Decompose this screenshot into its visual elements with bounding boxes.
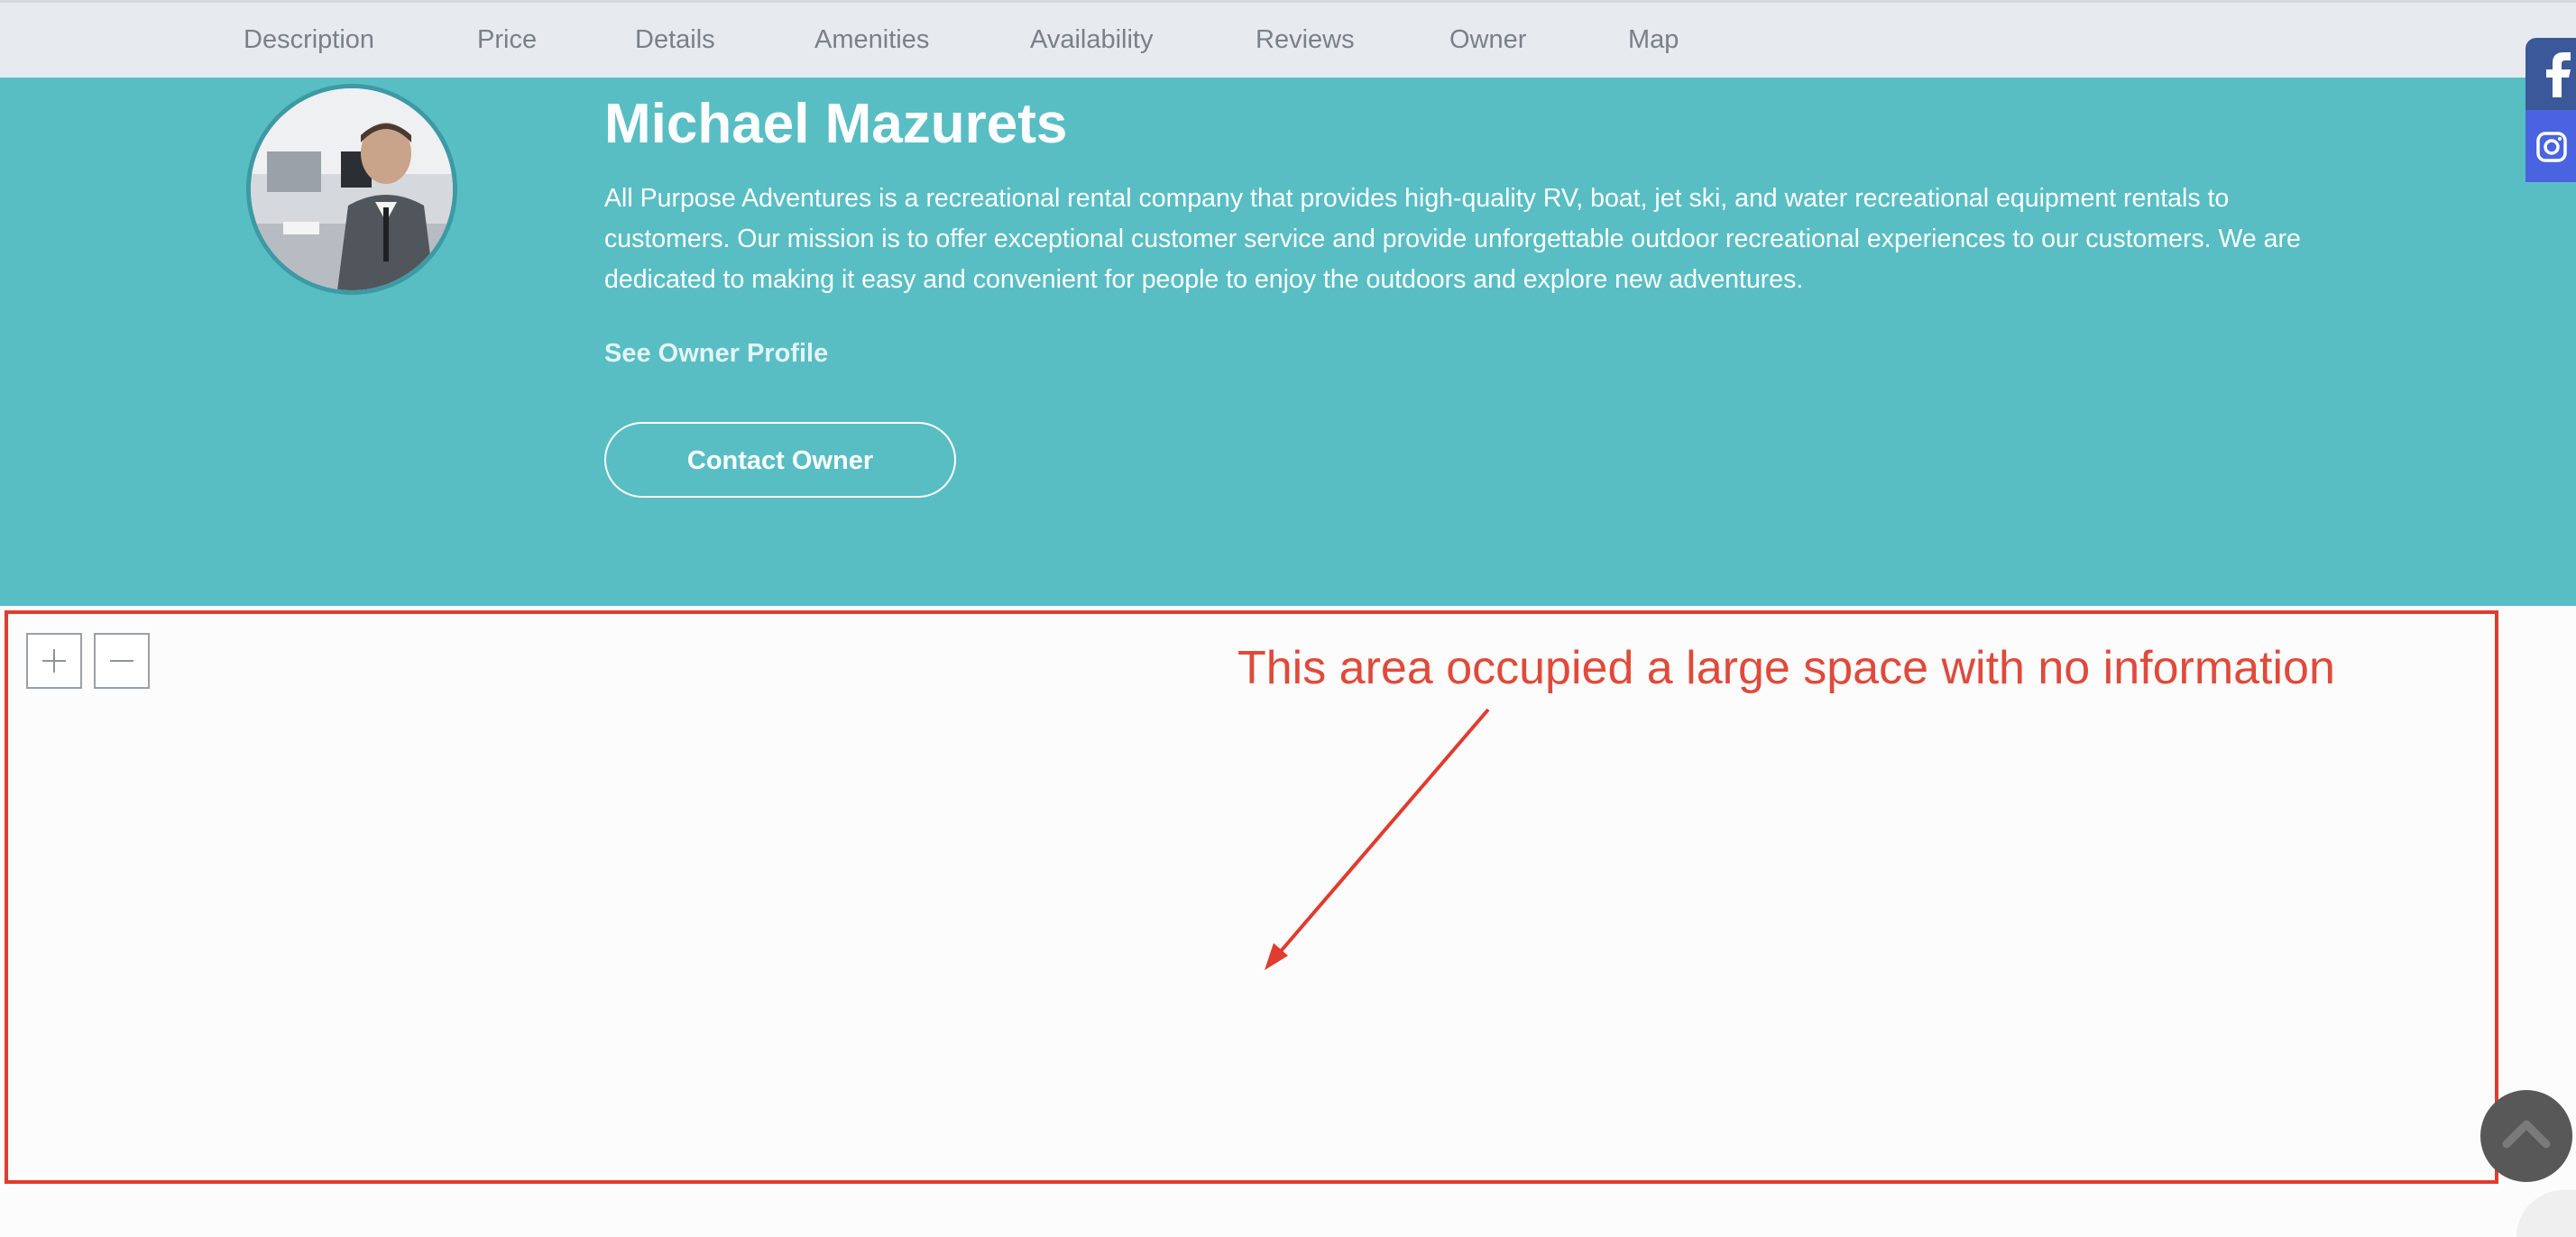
instagram-icon [2536, 132, 2567, 162]
facebook-icon [2546, 52, 2571, 97]
owner-description: All Purpose Adventures is a recreational… [604, 184, 2301, 294]
back-to-top-button[interactable] [2480, 1090, 2572, 1182]
tab-nav: Description Price Details Amenities Avai… [0, 0, 2576, 78]
annotation-text: This area occupied a large space with no… [1237, 642, 2335, 694]
owner-photo [251, 88, 453, 290]
map-area[interactable] [0, 606, 2576, 1237]
tab-reviews[interactable]: Reviews [1256, 3, 1355, 78]
tab-owner[interactable]: Owner [1449, 3, 1526, 78]
zoom-out-button[interactable] [94, 633, 150, 689]
tab-details[interactable]: Details [635, 3, 715, 78]
tab-description[interactable]: Description [244, 3, 374, 78]
owner-avatar [246, 84, 457, 295]
facebook-share-button[interactable] [2525, 38, 2576, 110]
contact-owner-button[interactable]: Contact Owner [604, 422, 956, 498]
instagram-share-button[interactable] [2525, 110, 2576, 182]
tab-price[interactable]: Price [477, 3, 537, 78]
chevron-up-icon [2502, 1120, 2551, 1149]
zoom-in-button[interactable] [26, 633, 82, 689]
see-owner-profile-link[interactable]: See Owner Profile [604, 339, 828, 369]
tab-amenities[interactable]: Amenities [814, 3, 929, 78]
owner-name: Michael Mazurets [604, 93, 1068, 155]
owner-section: Michael Mazurets All Purpose Adventures … [0, 78, 2576, 606]
tab-availability[interactable]: Availability [1030, 3, 1153, 78]
tab-map[interactable]: Map [1628, 3, 1679, 78]
